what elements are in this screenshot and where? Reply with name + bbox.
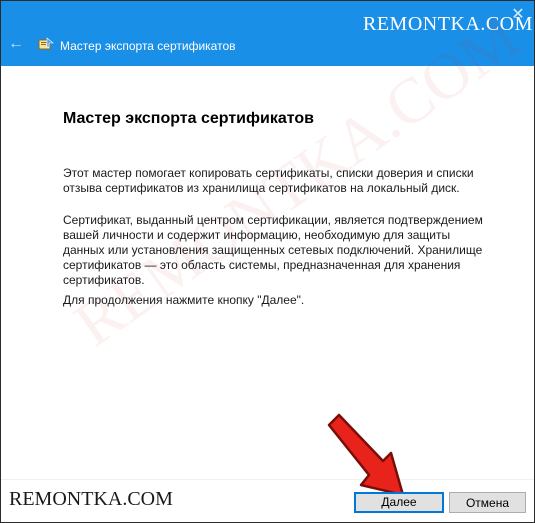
intro-paragraph: Этот мастер помогает копировать сертифик… bbox=[63, 166, 474, 195]
close-icon[interactable]: ✕ bbox=[510, 7, 526, 23]
footer-divider bbox=[1, 479, 534, 480]
window-title: Мастер экспорта сертификатов bbox=[60, 39, 236, 53]
cancel-button[interactable]: Отмена bbox=[449, 492, 526, 513]
red-arrow-icon bbox=[327, 413, 405, 497]
page-heading: Мастер экспорта сертификатов bbox=[63, 110, 314, 127]
certificate-description-paragraph: Сертификат, выданный центром сертификаци… bbox=[63, 213, 483, 287]
watermark-bottom: REMONTKA.COM bbox=[9, 488, 173, 510]
continue-instruction: Для продолжения нажмите кнопку "Далее". bbox=[63, 293, 305, 307]
certificate-export-wizard-window: ← Мастер экспорта сертификатов REMONTKA.… bbox=[0, 0, 535, 523]
next-button[interactable]: Далее bbox=[354, 492, 444, 513]
certificate-wizard-icon bbox=[38, 37, 54, 50]
back-arrow-icon[interactable]: ← bbox=[7, 35, 25, 53]
